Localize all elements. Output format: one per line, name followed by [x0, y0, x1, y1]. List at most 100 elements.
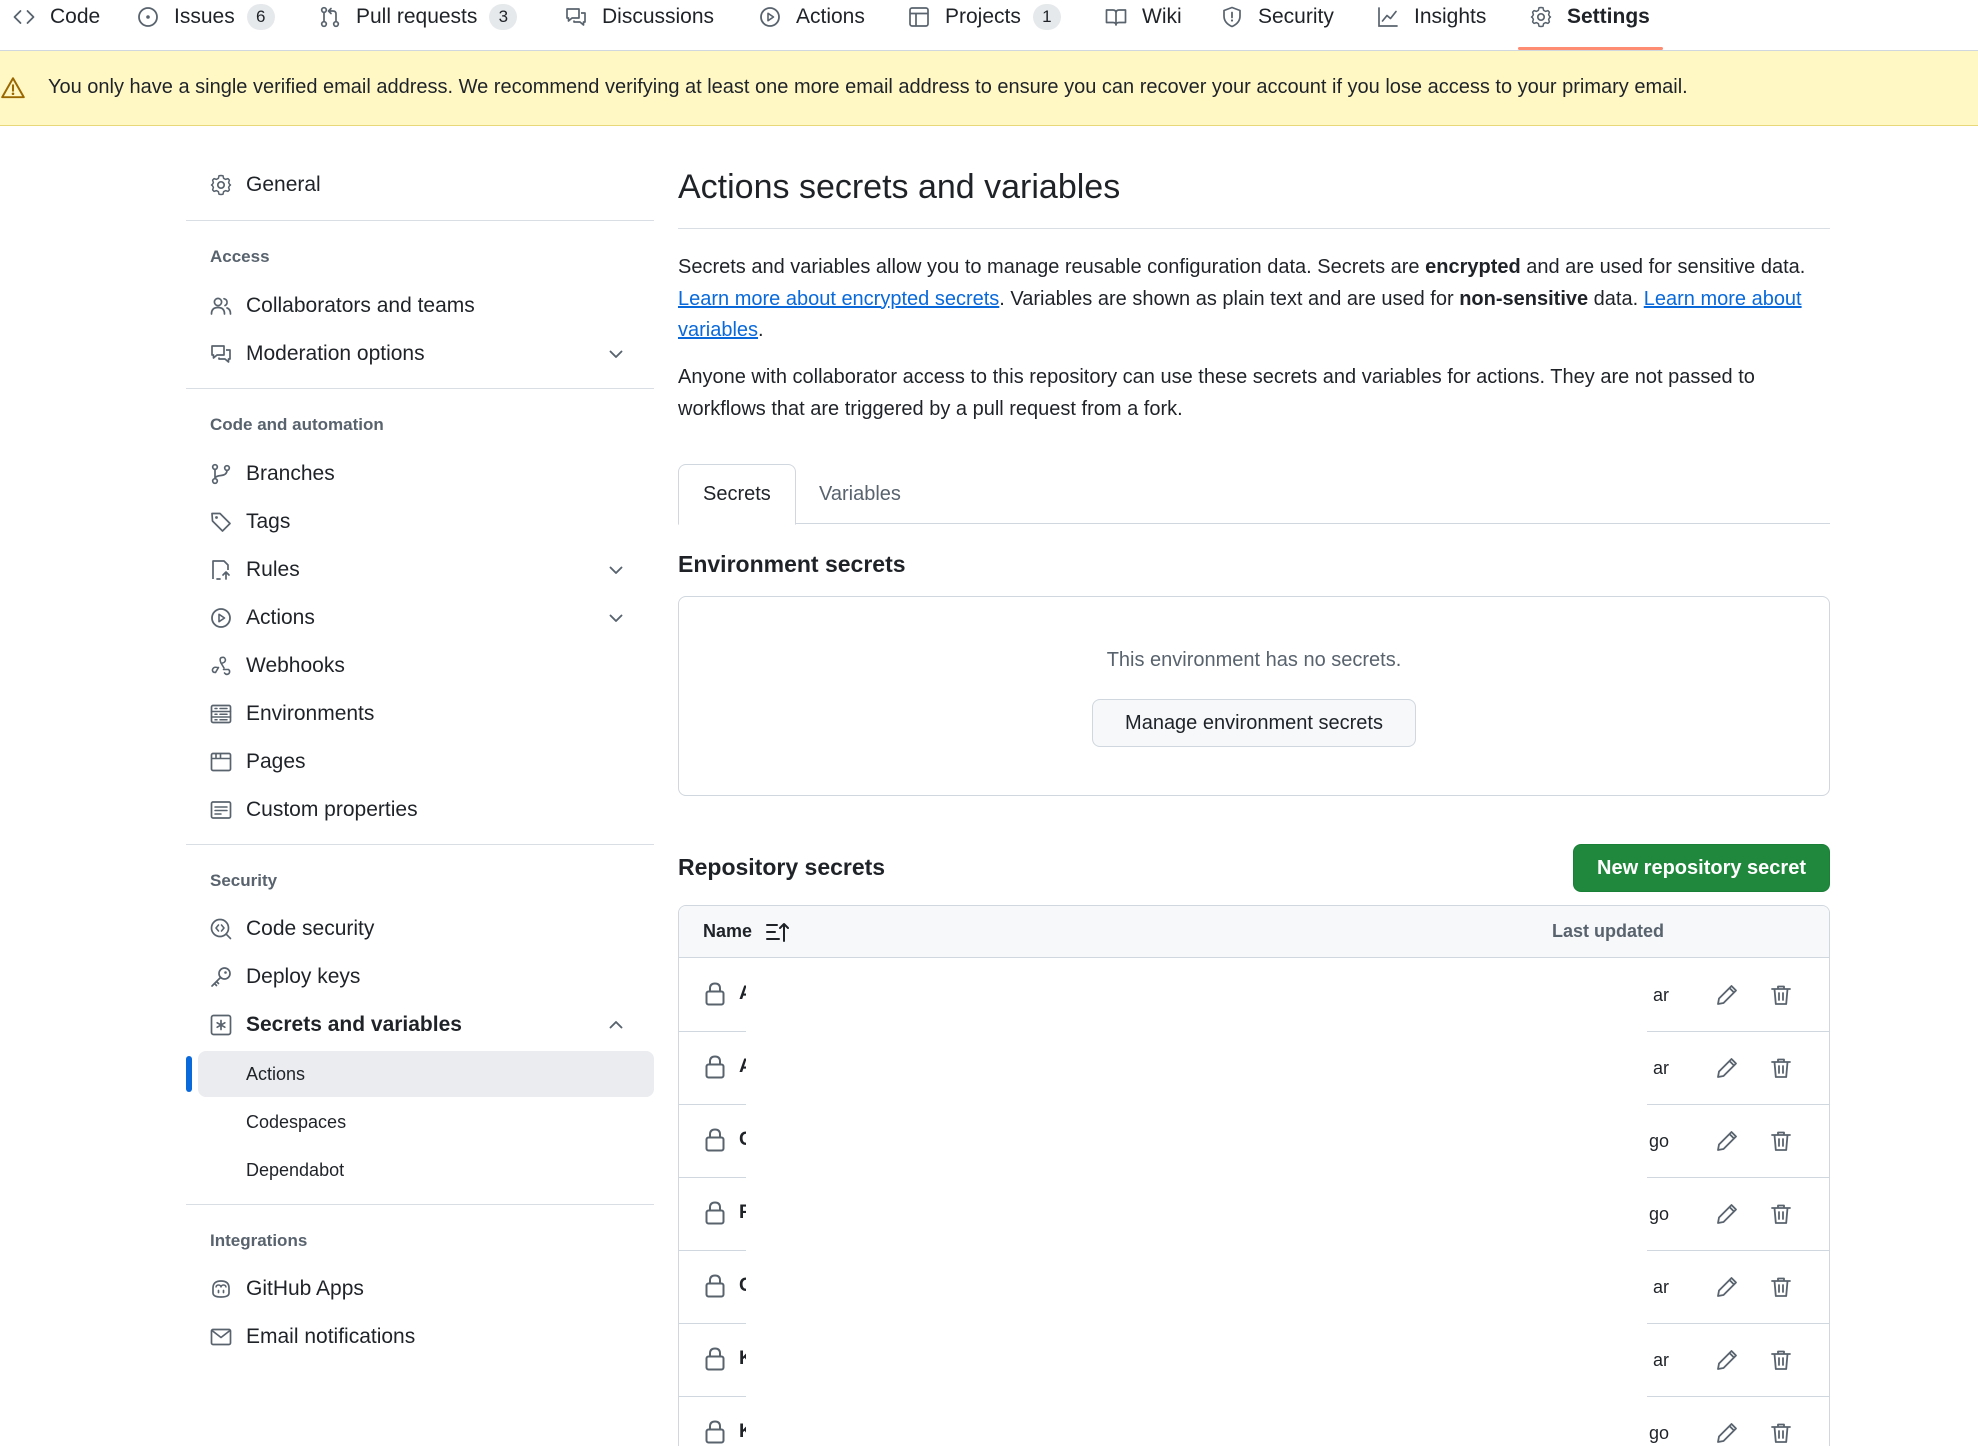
sidebar-subitem-actions[interactable]: Actions — [198, 1051, 654, 1097]
intro-text: and are used for sensitive data. — [1520, 256, 1806, 278]
trash-icon[interactable] — [1769, 1275, 1793, 1299]
sidebar-item-email-notifications[interactable]: Email notifications — [186, 1317, 654, 1357]
sidebar-item-label: Moderation options — [246, 342, 425, 365]
play-icon — [758, 5, 782, 29]
comment-discussion-icon — [209, 342, 233, 366]
sidebar-subitem-codespaces[interactable]: Codespaces — [198, 1099, 654, 1145]
redaction-overlay — [746, 959, 1647, 1446]
sidebar-item-label: Deploy keys — [246, 965, 361, 988]
sidebar-item-github-apps[interactable]: GitHub Apps — [186, 1269, 654, 1309]
tab-pull-requests[interactable]: Pull requests 3 — [318, 0, 518, 34]
tab-projects[interactable]: Projects 1 — [907, 0, 1061, 34]
sidebar-item-label: Branches — [246, 462, 335, 485]
sidebar-item-label: Code security — [246, 917, 375, 940]
trash-icon[interactable] — [1769, 1421, 1793, 1445]
trash-icon[interactable] — [1769, 1129, 1793, 1153]
lock-icon — [703, 1127, 727, 1153]
tab-issues[interactable]: Issues 6 — [136, 0, 275, 34]
repository-secrets-table: Name Last updated A ar A ar C go F — [678, 905, 1830, 1446]
sidebar-item-webhooks[interactable]: Webhooks — [186, 646, 654, 686]
tab-secrets[interactable]: Secrets — [678, 464, 796, 525]
gear-icon — [1529, 5, 1553, 29]
chevron-down-icon — [606, 344, 626, 364]
repository-secrets-heading: Repository secrets — [678, 854, 886, 880]
sidebar-item-label: Actions — [246, 1063, 306, 1084]
note-icon — [209, 798, 233, 822]
trash-icon[interactable] — [1769, 983, 1793, 1007]
pencil-icon[interactable] — [1715, 1348, 1739, 1372]
repo-nav: Code Issues 6 Pull requests 3 Discussion… — [0, 0, 1978, 51]
banner-message: You only have a single verified email ad… — [48, 76, 1688, 98]
intro-text: . Variables are shown as plain text and … — [999, 287, 1460, 310]
lock-icon — [703, 1054, 727, 1080]
tab-label: Actions — [796, 5, 865, 28]
comment-discussion-icon — [564, 5, 588, 29]
pencil-icon[interactable] — [1715, 1421, 1739, 1445]
tab-wiki[interactable]: Wiki — [1104, 0, 1182, 34]
tab-security[interactable]: Security — [1220, 0, 1334, 34]
environment-secrets-box: This environment has no secrets. Manage … — [678, 596, 1830, 796]
sidebar-item-secrets-and-variables[interactable]: Secrets and variables — [186, 1005, 654, 1045]
trash-icon[interactable] — [1769, 1348, 1793, 1372]
webhook-icon — [209, 654, 233, 678]
pull-requests-count: 3 — [489, 4, 518, 30]
manage-environment-secrets-button[interactable]: Manage environment secrets — [1092, 699, 1416, 747]
git-pull-request-icon — [318, 5, 342, 29]
pencil-icon[interactable] — [1715, 1275, 1739, 1299]
tab-actions[interactable]: Actions — [758, 0, 865, 34]
sidebar-item-collaborators[interactable]: Collaborators and teams — [186, 286, 654, 326]
sidebar-item-general[interactable]: General — [186, 165, 654, 205]
sidebar-divider — [186, 1204, 654, 1205]
sidebar-item-pages[interactable]: Pages — [186, 742, 654, 782]
sidebar-item-label: Environments — [246, 702, 375, 725]
sidebar-item-rules[interactable]: Rules — [186, 550, 654, 590]
pencil-icon[interactable] — [1715, 1056, 1739, 1080]
access-note: Anyone with collaborator access to this … — [678, 366, 1755, 420]
sidebar-divider — [186, 844, 654, 845]
sidebar-item-label: Secrets and variables — [246, 1013, 462, 1036]
pencil-icon[interactable] — [1715, 1202, 1739, 1226]
sidebar-divider — [186, 388, 654, 389]
tab-label: Issues — [174, 5, 235, 28]
tab-label: Discussions — [602, 5, 715, 28]
intro-bold-non-sensitive: non-sensitive — [1459, 287, 1589, 310]
gear-icon — [209, 173, 233, 197]
sidebar-subitem-dependabot[interactable]: Dependabot — [198, 1147, 654, 1193]
codescan-icon — [209, 917, 233, 941]
tab-insights[interactable]: Insights — [1376, 0, 1486, 34]
trash-icon[interactable] — [1769, 1202, 1793, 1226]
secret-updated: go — [1649, 1131, 1669, 1151]
sidebar-item-moderation[interactable]: Moderation options — [186, 334, 654, 374]
secret-updated: go — [1649, 1423, 1669, 1443]
pencil-icon[interactable] — [1715, 1129, 1739, 1153]
sidebar-item-code-security[interactable]: Code security — [186, 909, 654, 949]
sidebar-item-branches[interactable]: Branches — [186, 454, 654, 494]
new-repository-secret-button[interactable]: New repository secret — [1573, 844, 1830, 892]
title-divider — [678, 228, 1830, 229]
sidebar-item-label: Codespaces — [246, 1111, 347, 1132]
sidebar-item-actions[interactable]: Actions — [186, 598, 654, 638]
sidebar-item-custom-properties[interactable]: Custom properties — [186, 790, 654, 830]
tag-icon — [209, 510, 233, 534]
column-header-name[interactable]: Name — [703, 921, 752, 942]
sort-asc-icon[interactable] — [765, 921, 789, 943]
selected-tab-underline — [1518, 47, 1663, 50]
tab-variables[interactable]: Variables — [795, 464, 925, 524]
tab-code[interactable]: Code — [12, 0, 100, 34]
tab-label: Security — [1258, 5, 1334, 28]
lock-icon — [703, 1200, 727, 1226]
sidebar-item-label: General — [246, 173, 321, 196]
lock-icon — [703, 981, 727, 1007]
key-icon — [209, 965, 233, 989]
sidebar-heading-code-automation: Code and automation — [210, 415, 384, 434]
sidebar-item-deploy-keys[interactable]: Deploy keys — [186, 957, 654, 997]
secret-updated: go — [1649, 1204, 1669, 1224]
tab-settings[interactable]: Settings — [1529, 0, 1650, 34]
sidebar-item-tags[interactable]: Tags — [186, 502, 654, 542]
sidebar-item-environments[interactable]: Environments — [186, 694, 654, 734]
trash-icon[interactable] — [1769, 1056, 1793, 1080]
asterisk-icon — [209, 1013, 233, 1037]
tab-discussions[interactable]: Discussions — [564, 0, 714, 34]
learn-encrypted-secrets-link[interactable]: Learn more about encrypted secrets — [678, 288, 999, 310]
pencil-icon[interactable] — [1715, 983, 1739, 1007]
